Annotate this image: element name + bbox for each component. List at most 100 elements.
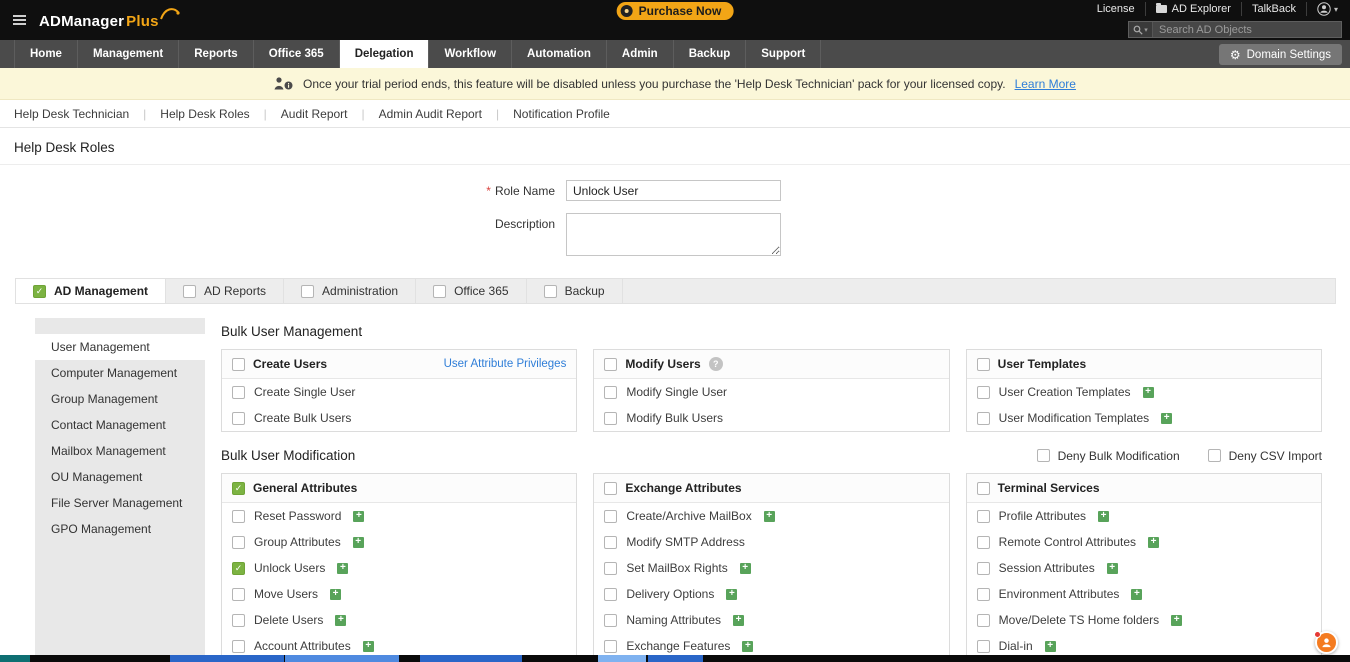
perm-tab-office-365[interactable]: Office 365 bbox=[416, 279, 527, 303]
deny-option-deny-bulk-modification[interactable]: Deny Bulk Modification bbox=[1036, 449, 1180, 463]
expand-plus-icon[interactable]: + bbox=[352, 536, 364, 548]
sidebar-item-file-server-management[interactable]: File Server Management bbox=[35, 490, 205, 516]
search-scope-dropdown[interactable]: ▾ bbox=[1129, 22, 1153, 37]
subnav-item-help-desk-roles[interactable]: Help Desk Roles bbox=[146, 107, 263, 121]
item-checkbox[interactable] bbox=[604, 561, 618, 575]
expand-plus-icon[interactable]: + bbox=[733, 614, 745, 626]
nav-tab-backup[interactable]: Backup bbox=[674, 40, 747, 68]
subnav-item-admin-audit-report[interactable]: Admin Audit Report bbox=[365, 107, 496, 121]
expand-plus-icon[interactable]: + bbox=[1148, 536, 1160, 548]
item-checkbox[interactable] bbox=[976, 613, 990, 627]
expand-plus-icon[interactable]: + bbox=[1131, 588, 1143, 600]
item-checkbox[interactable] bbox=[232, 587, 245, 601]
expand-plus-icon[interactable]: + bbox=[1142, 386, 1154, 398]
group-checkbox[interactable] bbox=[604, 357, 618, 371]
expand-plus-icon[interactable]: + bbox=[739, 562, 751, 574]
item-checkbox[interactable] bbox=[232, 385, 245, 399]
taskbar-item[interactable] bbox=[0, 655, 30, 662]
item-checkbox[interactable] bbox=[976, 411, 990, 425]
nav-tab-delegation[interactable]: Delegation bbox=[339, 40, 430, 68]
expand-plus-icon[interactable]: + bbox=[726, 588, 738, 600]
sidebar-item-gpo-management[interactable]: GPO Management bbox=[35, 516, 205, 542]
perm-tab-checkbox[interactable] bbox=[301, 284, 315, 298]
item-checkbox[interactable] bbox=[604, 535, 618, 549]
nav-tab-support[interactable]: Support bbox=[746, 40, 822, 68]
perm-tab-checkbox[interactable] bbox=[433, 284, 447, 298]
nav-tab-workflow[interactable]: Workflow bbox=[429, 40, 513, 68]
nav-tab-office-365[interactable]: Office 365 bbox=[254, 40, 340, 68]
deny-option-deny-csv-import[interactable]: Deny CSV Import bbox=[1207, 449, 1322, 463]
sidebar-item-computer-management[interactable]: Computer Management bbox=[35, 360, 205, 386]
expand-plus-icon[interactable]: + bbox=[1098, 510, 1110, 522]
expand-plus-icon[interactable]: + bbox=[330, 588, 342, 600]
group-checkbox[interactable]: ✓ bbox=[232, 481, 245, 495]
expand-plus-icon[interactable]: + bbox=[335, 614, 347, 626]
nav-tab-management[interactable]: Management bbox=[78, 40, 180, 68]
expand-plus-icon[interactable]: + bbox=[742, 640, 754, 652]
item-checkbox[interactable] bbox=[604, 385, 618, 399]
subnav-item-audit-report[interactable]: Audit Report bbox=[267, 107, 362, 121]
perm-tab-checkbox[interactable] bbox=[543, 284, 557, 298]
expand-plus-icon[interactable]: + bbox=[337, 562, 349, 574]
perm-tab-ad-management[interactable]: ✓ AD Management bbox=[16, 279, 167, 303]
item-checkbox[interactable] bbox=[604, 639, 618, 653]
description-textarea[interactable] bbox=[566, 213, 781, 256]
learn-more-link[interactable]: Learn More bbox=[1015, 77, 1076, 91]
taskbar-item[interactable] bbox=[598, 655, 646, 662]
expand-plus-icon[interactable]: + bbox=[1161, 412, 1173, 424]
deny-checkbox[interactable] bbox=[1207, 449, 1221, 462]
group-checkbox[interactable] bbox=[976, 357, 990, 371]
user-menu[interactable]: ▾ bbox=[1305, 2, 1342, 16]
item-checkbox[interactable] bbox=[604, 509, 618, 523]
expand-plus-icon[interactable]: + bbox=[1044, 640, 1056, 652]
item-checkbox[interactable] bbox=[604, 587, 618, 601]
perm-tab-backup[interactable]: Backup bbox=[527, 279, 623, 303]
role-name-input[interactable] bbox=[566, 180, 781, 201]
perm-tab-administration[interactable]: Administration bbox=[284, 279, 417, 303]
nav-tab-admin[interactable]: Admin bbox=[607, 40, 674, 68]
item-checkbox[interactable] bbox=[232, 535, 245, 549]
group-checkbox[interactable] bbox=[604, 481, 618, 495]
taskbar-item[interactable] bbox=[420, 655, 522, 662]
search-input[interactable] bbox=[1153, 23, 1341, 36]
taskbar-item[interactable] bbox=[170, 655, 284, 662]
group-checkbox[interactable] bbox=[232, 357, 245, 371]
item-checkbox[interactable] bbox=[232, 639, 245, 653]
group-checkbox[interactable] bbox=[976, 481, 990, 495]
item-checkbox[interactable] bbox=[604, 411, 618, 425]
top-link-talkback[interactable]: TalkBack bbox=[1240, 2, 1306, 16]
sidebar-item-user-management[interactable]: User Management bbox=[35, 334, 205, 360]
nav-tab-home[interactable]: Home bbox=[14, 40, 78, 68]
item-checkbox[interactable] bbox=[976, 639, 990, 653]
item-checkbox[interactable] bbox=[976, 587, 990, 601]
item-checkbox[interactable] bbox=[232, 509, 245, 523]
subnav-item-help-desk-technician[interactable]: Help Desk Technician bbox=[14, 107, 143, 121]
expand-plus-icon[interactable]: + bbox=[353, 510, 365, 522]
item-checkbox[interactable] bbox=[232, 613, 245, 627]
top-link-license[interactable]: License bbox=[1087, 2, 1145, 16]
perm-tab-checkbox[interactable] bbox=[183, 284, 197, 298]
domain-settings-button[interactable]: ⚙ Domain Settings bbox=[1218, 44, 1342, 65]
item-checkbox[interactable] bbox=[976, 509, 990, 523]
support-chat-bubble[interactable] bbox=[1314, 631, 1338, 654]
expand-plus-icon[interactable]: + bbox=[362, 640, 374, 652]
expand-plus-icon[interactable]: + bbox=[1171, 614, 1183, 626]
item-checkbox[interactable] bbox=[976, 535, 990, 549]
item-checkbox[interactable] bbox=[604, 613, 618, 627]
top-link-ad-explorer[interactable]: AD Explorer bbox=[1144, 2, 1241, 16]
perm-tab-checkbox[interactable]: ✓ bbox=[33, 284, 46, 298]
taskbar-item[interactable] bbox=[285, 655, 399, 662]
subnav-item-notification-profile[interactable]: Notification Profile bbox=[499, 107, 624, 121]
purchase-now-button[interactable]: Purchase Now bbox=[616, 2, 734, 20]
nav-tab-reports[interactable]: Reports bbox=[179, 40, 254, 68]
perm-tab-ad-reports[interactable]: AD Reports bbox=[166, 279, 285, 303]
sidebar-item-ou-management[interactable]: OU Management bbox=[35, 464, 205, 490]
help-icon[interactable]: ? bbox=[708, 357, 723, 371]
item-checkbox[interactable] bbox=[232, 411, 245, 425]
deny-checkbox[interactable] bbox=[1036, 449, 1050, 462]
expand-plus-icon[interactable]: + bbox=[1106, 562, 1118, 574]
sidebar-item-group-management[interactable]: Group Management bbox=[35, 386, 205, 412]
group-header-link[interactable]: User Attribute Privileges bbox=[444, 358, 567, 370]
expand-plus-icon[interactable]: + bbox=[763, 510, 775, 522]
item-checkbox[interactable] bbox=[976, 385, 990, 399]
